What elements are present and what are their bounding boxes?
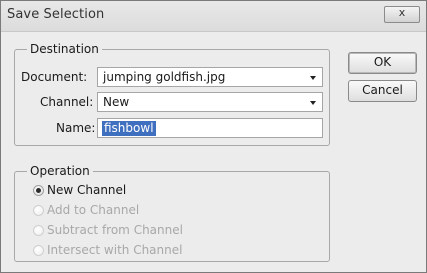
save-selection-dialog: Save Selection x Destination Document: j… (0, 0, 427, 273)
name-label: Name: (56, 121, 96, 135)
destination-group: Destination Document: jumping goldfish.j… (14, 42, 330, 146)
radio-button[interactable] (33, 205, 44, 216)
radio-label: Add to Channel (47, 203, 140, 217)
operation-legend: Operation (27, 164, 93, 178)
radio-button[interactable] (33, 225, 44, 236)
channel-value: New (103, 95, 130, 109)
radio-dot-icon (36, 188, 41, 193)
dialog-title: Save Selection (7, 7, 105, 22)
channel-label: Channel: (40, 95, 94, 109)
ok-button[interactable]: OK (348, 52, 417, 74)
name-value: fishbowl (102, 121, 156, 136)
document-select[interactable]: jumping goldfish.jpg (97, 67, 323, 87)
radio-label: New Channel (47, 183, 127, 197)
close-icon: x (398, 6, 406, 19)
close-button[interactable]: x (384, 6, 420, 23)
name-input[interactable]: fishbowl (97, 118, 323, 138)
chevron-down-icon (310, 101, 316, 105)
radio-button[interactable] (33, 245, 44, 256)
document-label: Document: (21, 70, 88, 84)
radio-label: Subtract from Channel (47, 223, 183, 237)
destination-legend: Destination (27, 42, 102, 56)
radio-label: Intersect with Channel (47, 243, 183, 257)
document-value: jumping goldfish.jpg (103, 70, 226, 84)
chevron-down-icon (310, 76, 316, 80)
radio-button-selected[interactable] (33, 185, 44, 196)
title-bar: Save Selection x (1, 1, 426, 32)
channel-select[interactable]: New (97, 92, 323, 112)
cancel-button[interactable]: Cancel (348, 80, 417, 102)
